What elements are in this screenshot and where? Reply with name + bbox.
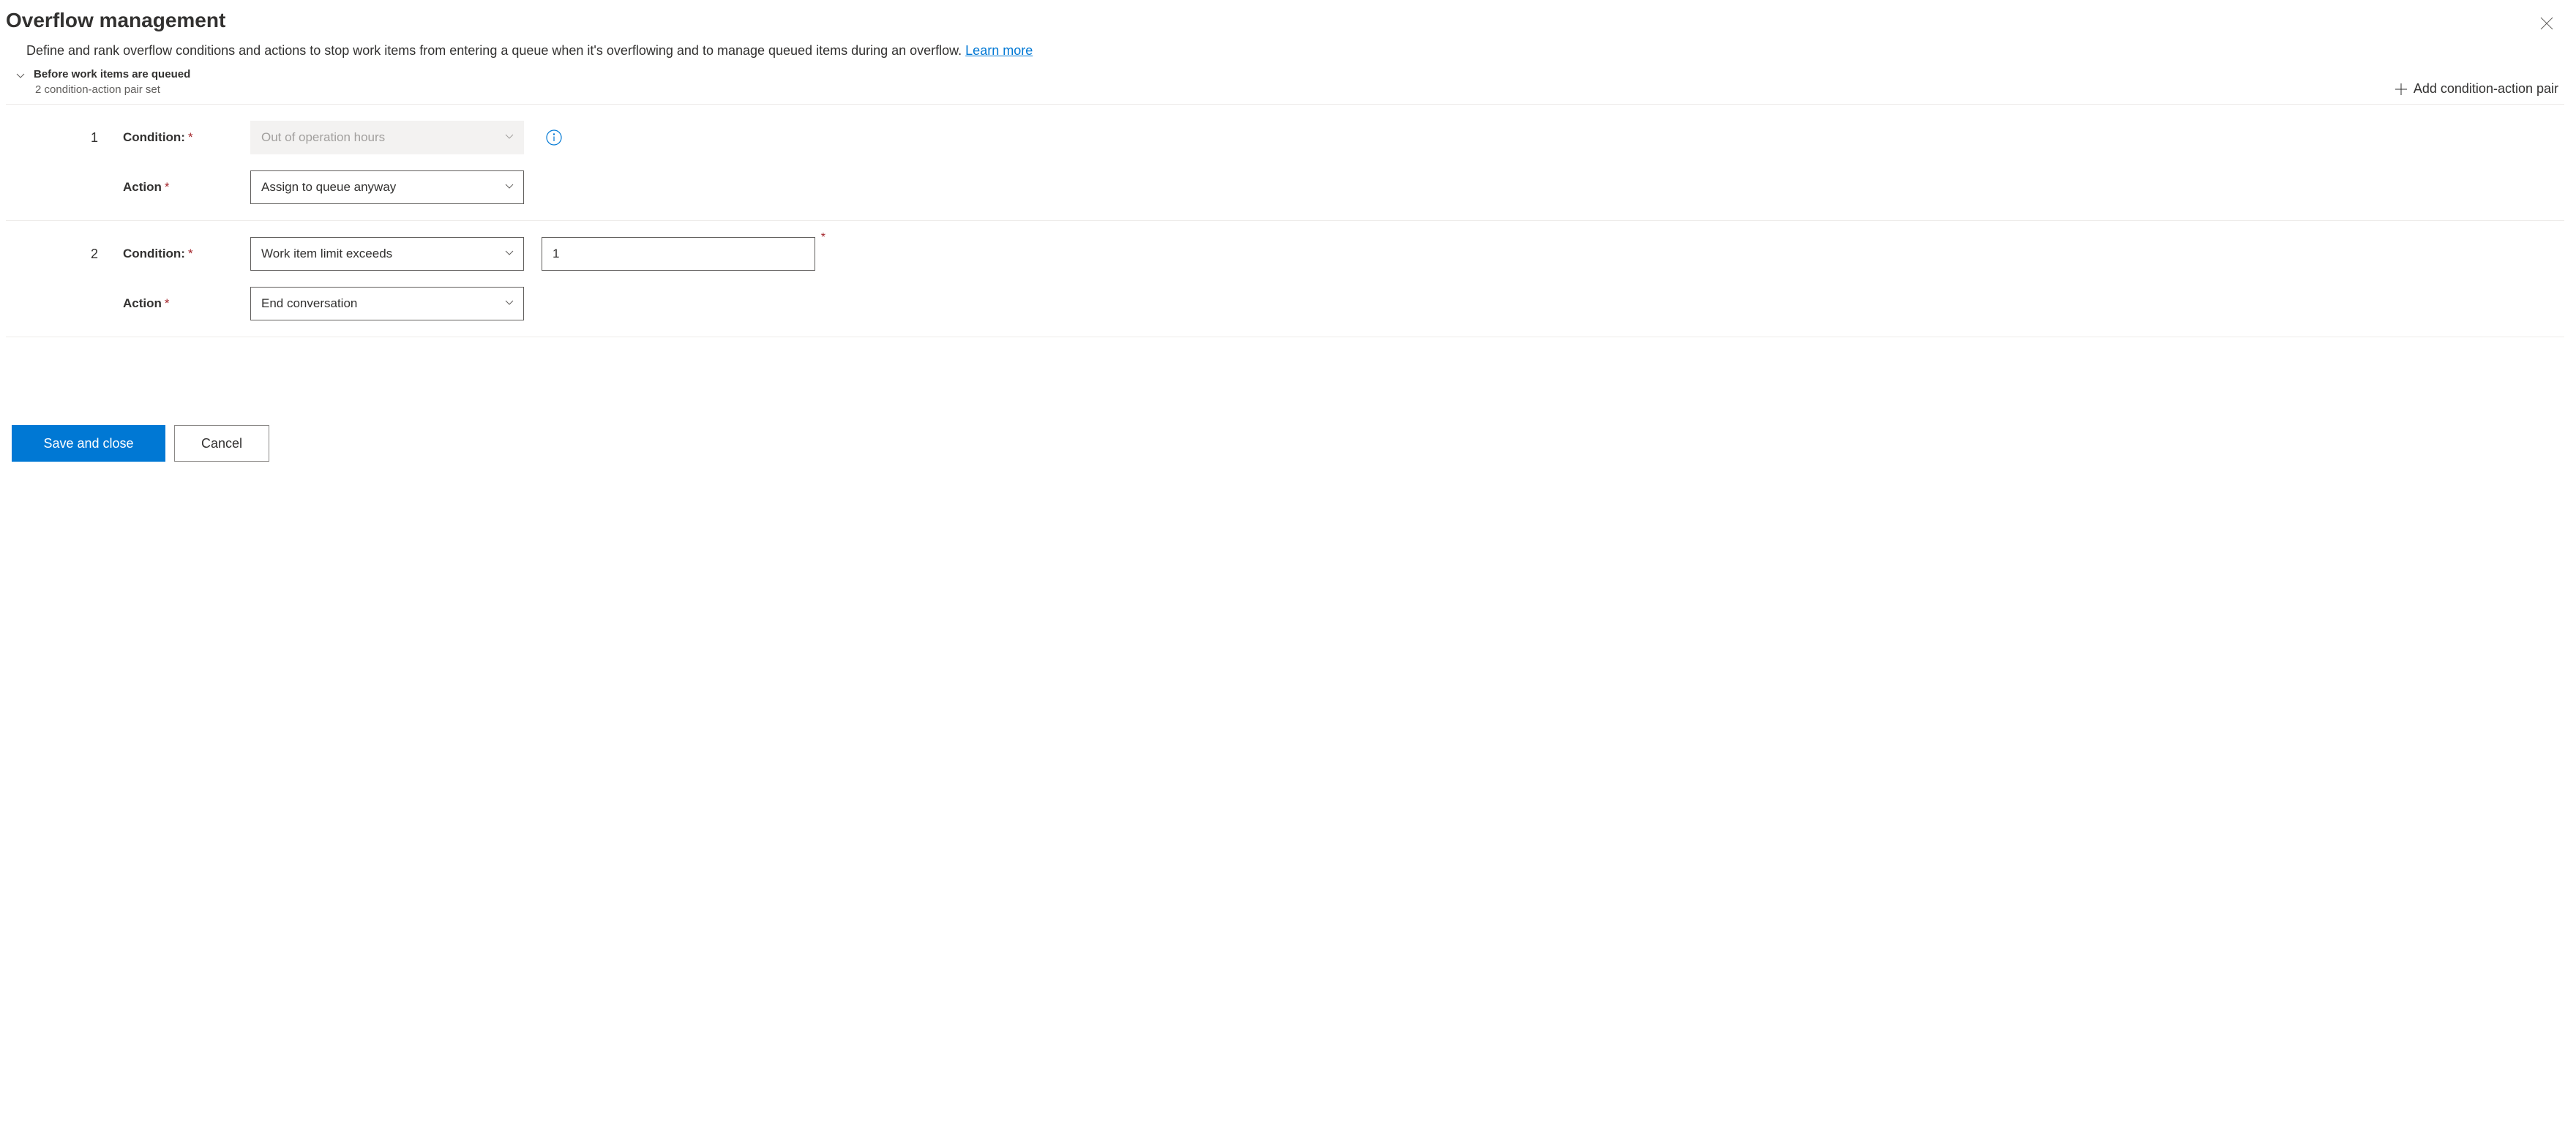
add-pair-label: Add condition-action pair	[2414, 81, 2558, 97]
action-select[interactable]: Assign to queue anyway	[250, 170, 524, 204]
required-indicator: *	[188, 130, 193, 144]
add-condition-action-pair-button[interactable]: Add condition-action pair	[2395, 81, 2558, 97]
action-value: End conversation	[261, 296, 357, 311]
info-icon[interactable]	[546, 129, 562, 146]
page-title: Overflow management	[6, 9, 225, 32]
close-button[interactable]	[2535, 12, 2558, 35]
cancel-button[interactable]: Cancel	[174, 425, 269, 462]
condition-label: Condition:*	[123, 130, 233, 145]
condition-value: Work item limit exceeds	[261, 247, 392, 261]
chevron-down-icon	[504, 247, 514, 261]
plus-icon	[2395, 83, 2408, 96]
required-indicator: *	[821, 231, 825, 244]
chevron-down-icon	[504, 130, 514, 145]
required-indicator: *	[188, 247, 193, 260]
condition-label-text: Condition:	[123, 130, 185, 144]
condition-label: Condition:*	[123, 247, 233, 261]
section-title: Before work items are queued	[34, 68, 190, 80]
condition-select[interactable]: Work item limit exceeds	[250, 237, 524, 271]
condition-label-text: Condition:	[123, 247, 185, 260]
condition-action-pair: 1Condition:*Out of operation hours.Actio…	[6, 105, 2564, 221]
pair-index: 1	[91, 130, 105, 146]
pair-index: 2	[91, 247, 105, 262]
section-subtitle: 2 condition-action pair set	[34, 83, 190, 96]
description-text: Define and rank overflow conditions and …	[26, 43, 965, 58]
action-label-text: Action	[123, 180, 162, 194]
close-icon	[2540, 17, 2553, 30]
action-label: Action*	[123, 296, 233, 311]
chevron-down-icon	[504, 296, 514, 311]
action-value: Assign to queue anyway	[261, 180, 396, 195]
action-select[interactable]: End conversation	[250, 287, 524, 320]
required-indicator: *	[165, 296, 170, 310]
condition-value: Out of operation hours	[261, 130, 385, 145]
chevron-down-icon	[504, 180, 514, 195]
condition-select: Out of operation hours	[250, 121, 524, 154]
save-and-close-button[interactable]: Save and close	[12, 425, 165, 462]
condition-action-pair: 2Condition:*Work item limit exceeds*.Act…	[6, 221, 2564, 337]
page-description: Define and rank overflow conditions and …	[6, 41, 2564, 61]
required-indicator: *	[165, 180, 170, 194]
limit-value-input[interactable]	[542, 237, 815, 271]
action-label-text: Action	[123, 296, 162, 310]
learn-more-link[interactable]: Learn more	[965, 43, 1033, 58]
chevron-down-icon	[15, 70, 26, 81]
action-label: Action*	[123, 180, 233, 195]
section-toggle[interactable]	[15, 70, 26, 83]
